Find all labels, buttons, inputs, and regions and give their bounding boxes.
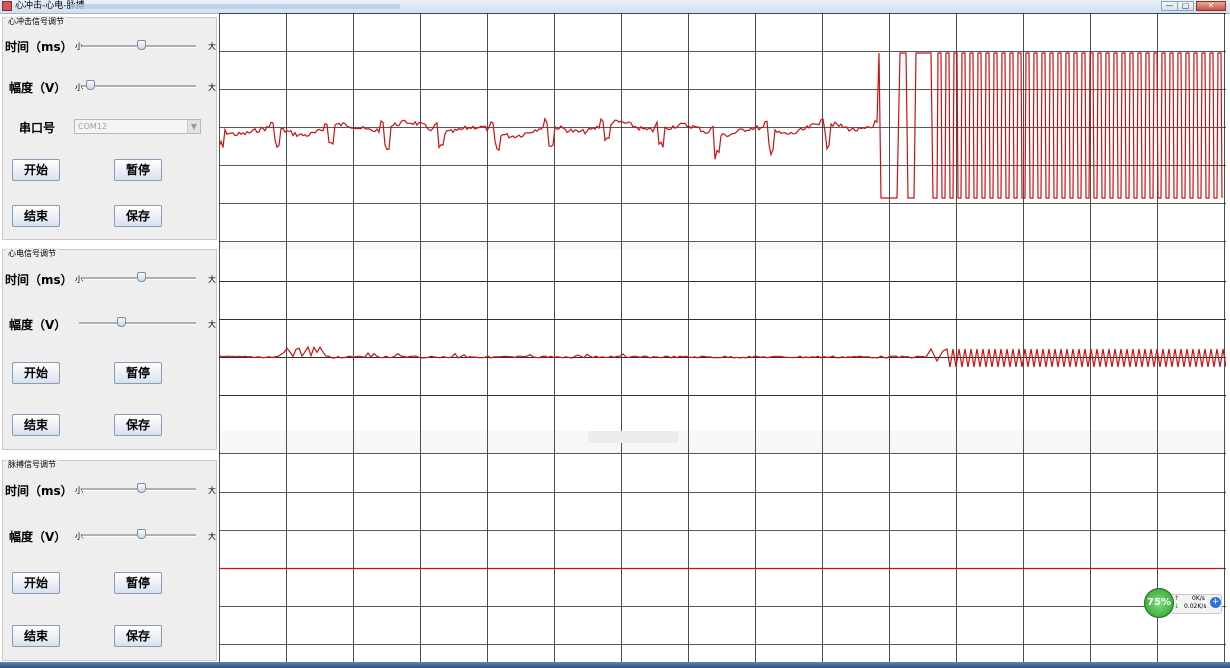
memory-usage-ball[interactable]: 75% [1144,588,1174,618]
section-separator [219,431,1226,453]
start-button[interactable]: 开始 [12,572,60,594]
time-slider[interactable] [82,272,196,284]
title-path-blur [70,4,400,9]
serial-port-select[interactable]: COM12 ▼ [74,119,201,134]
end-button[interactable]: 结束 [12,205,60,227]
taskbar [0,662,1230,668]
pulse-control-panel: 脉搏信号调节 时间（ms） 小 大 幅度（V） 小 大 开始 暂停 结束 保存 [2,459,217,661]
max-label: 大 [208,83,216,92]
upload-speed: 0K/s [1192,595,1205,602]
time-slider[interactable] [82,40,196,52]
horizontal-scroll-thumb[interactable] [588,431,678,443]
pause-button[interactable]: 暂停 [114,362,162,384]
plot-grid [219,13,1226,662]
end-button[interactable]: 结束 [12,625,60,647]
amplitude-label: 幅度（V） [9,81,67,95]
section-separator [219,242,1226,249]
bcg-control-panel: 心冲击信号调节 时间（ms） 小 大 幅度（V） 小 大 串口号 COM12 ▼… [2,16,217,240]
time-slider[interactable] [82,483,196,495]
save-button[interactable]: 保存 [114,205,162,227]
bcg-waveform [219,52,1223,199]
download-arrow-icon: ↓ [1174,603,1180,610]
chevron-down-icon[interactable]: ▼ [187,120,200,133]
time-label: 时间（ms） [5,484,73,498]
ecg-waveform [219,345,1226,368]
panel-title: 心冲击信号调节 [6,16,66,27]
save-button[interactable]: 保存 [114,414,162,436]
amplitude-label: 幅度（V） [9,318,67,332]
network-speed-widget[interactable]: ↑ ↓ 0K/s 0.02K/s + 75% [1144,588,1224,618]
slider-thumb[interactable] [137,483,147,493]
slider-thumb[interactable] [137,272,147,282]
max-label: 大 [208,532,216,541]
pause-button[interactable]: 暂停 [114,159,162,181]
slider-thumb[interactable] [117,317,127,327]
amplitude-slider[interactable] [82,529,196,541]
maximize-button[interactable]: ▢ [1177,1,1194,11]
minimize-button[interactable]: — [1161,1,1178,11]
app-icon [2,1,12,11]
save-button[interactable]: 保存 [114,625,162,647]
max-label: 大 [208,486,216,495]
slider-thumb[interactable] [85,80,95,90]
plus-icon[interactable]: + [1210,597,1221,608]
upload-arrow-icon: ↑ [1174,595,1180,602]
start-button[interactable]: 开始 [12,159,60,181]
serial-port-label: 串口号 [19,121,56,135]
time-label: 时间（ms） [5,273,73,287]
max-label: 大 [208,42,216,51]
amplitude-slider[interactable] [82,80,196,92]
window-titlebar: 心冲击-心电-脉搏 — ▢ ✕ [0,0,1230,14]
amplitude-slider[interactable] [79,317,196,329]
slider-thumb[interactable] [137,529,147,539]
amplitude-label: 幅度（V） [9,530,67,544]
max-label: 大 [208,320,216,329]
panel-title: 心电信号调节 [6,248,58,259]
panel-title: 脉搏信号调节 [6,459,58,470]
download-speed: 0.02K/s [1184,603,1207,610]
close-button[interactable]: ✕ [1196,1,1226,11]
slider-thumb[interactable] [137,40,147,50]
serial-port-value: COM12 [78,122,107,131]
max-label: 大 [208,275,216,284]
time-label: 时间（ms） [5,40,73,54]
pause-button[interactable]: 暂停 [114,572,162,594]
waveform-display [219,13,1226,662]
end-button[interactable]: 结束 [12,414,60,436]
start-button[interactable]: 开始 [12,362,60,384]
ecg-control-panel: 心电信号调节 时间（ms） 小 大 幅度（V） 大 开始 暂停 结束 保存 [2,248,217,450]
